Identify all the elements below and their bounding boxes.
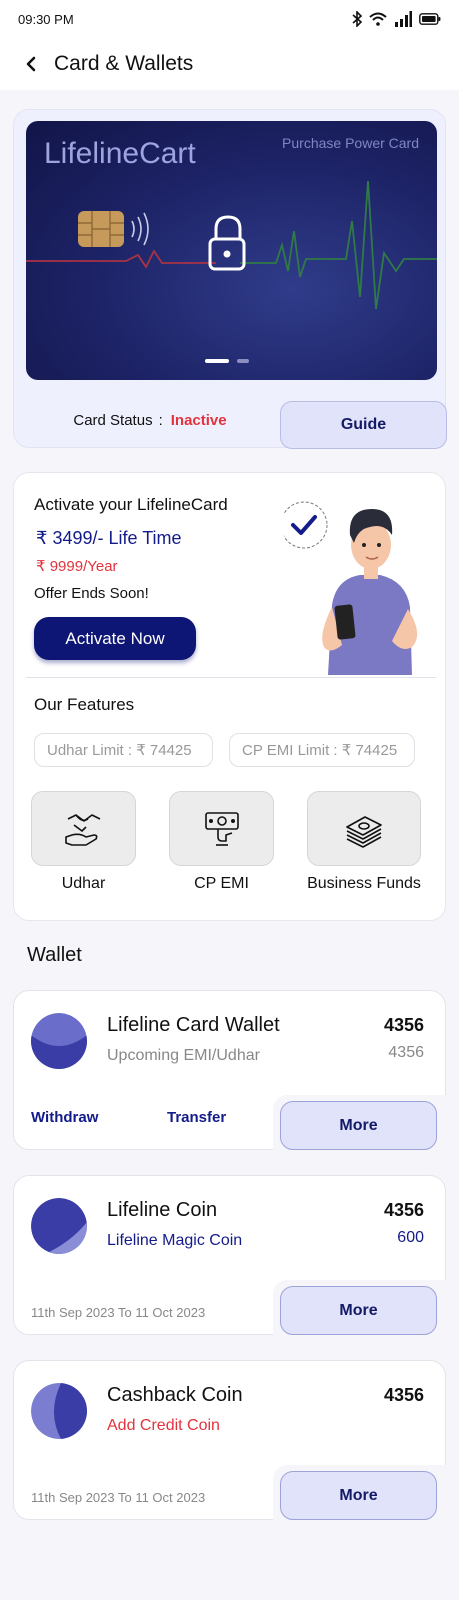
cash-stack-icon (346, 815, 382, 848)
wifi-icon (369, 12, 387, 26)
lifetime-price: ₹ 3499/- Life Time (36, 528, 182, 548)
offer-text: Offer Ends Soon! (34, 585, 149, 602)
feature-tile-cp-emi[interactable] (169, 791, 274, 866)
bluetooth-icon (352, 11, 362, 27)
wallet-subtitle: Lifeline Magic Coin (107, 1232, 243, 1249)
features-title: Our Features (34, 695, 135, 714)
card-panel: LifelineCart Purchase Power Card Card St… (13, 109, 447, 449)
money-hand-icon (204, 811, 239, 846)
more-button[interactable]: More (280, 1471, 437, 1520)
status-time: 09:30 PM (18, 11, 74, 27)
status-bar: 09:30 PM (0, 8, 459, 30)
cp-emi-limit-chip: CP EMI Limit : ₹ 74425 (229, 733, 415, 767)
person-illustration (284, 501, 418, 675)
chip-icon (78, 211, 124, 247)
yearly-price: ₹ 9999/Year (36, 558, 118, 575)
guide-button[interactable]: Guide (280, 401, 447, 449)
activation-title: Activate your LifelineCard (34, 495, 228, 514)
wallet-date-range: 11th Sep 2023 To 11 Oct 2023 (31, 1490, 206, 1505)
activate-now-button[interactable]: Activate Now (34, 617, 196, 660)
status-icons (352, 11, 441, 27)
wallet-date-range: 11th Sep 2023 To 11 Oct 2023 (31, 1305, 206, 1320)
wallet-subtitle[interactable]: Add Credit Coin (107, 1417, 220, 1435)
activation-panel: Activate your LifelineCard ₹ 3499/- Life… (13, 472, 446, 921)
card-status-separator: : (158, 412, 163, 429)
section-divider (26, 677, 436, 678)
wallet-card-cashback: Cashback Coin Add Credit Coin 4356 11th … (13, 1360, 446, 1520)
carousel-dot[interactable] (237, 359, 249, 363)
wallet-card-lifeline: Lifeline Card Wallet Upcoming EMI/Udhar … (13, 990, 446, 1150)
wallet-amount: 4356 (383, 1200, 424, 1220)
coin-logo-icon (31, 1198, 87, 1254)
handshake-icon (64, 813, 100, 846)
cashback-logo-icon (31, 1383, 87, 1439)
purchase-power-card[interactable]: LifelineCart Purchase Power Card (26, 121, 437, 380)
transfer-link[interactable]: Transfer (167, 1109, 226, 1126)
card-brand: LifelineCart (44, 137, 196, 170)
carousel-dots (205, 359, 249, 363)
wallet-card-lifeline-coin: Lifeline Coin Lifeline Magic Coin 4356 6… (13, 1175, 446, 1335)
card-status: Card Status : Inactive (14, 392, 286, 449)
wallet-amount: 4356 (383, 1385, 424, 1405)
wallet-name: Lifeline Card Wallet (107, 1014, 280, 1036)
back-button[interactable] (20, 53, 42, 75)
card-type-label: Purchase Power Card (282, 135, 419, 151)
signal-icon (395, 11, 412, 27)
lock-icon (208, 215, 246, 271)
feature-label-udhar: Udhar (61, 875, 106, 892)
more-button[interactable]: More (280, 1286, 437, 1335)
page-header: Card & Wallets (0, 44, 459, 84)
chevron-left-icon (26, 56, 36, 72)
battery-icon (419, 13, 441, 25)
feature-tile-business-funds[interactable] (307, 791, 421, 866)
card-status-label: Card Status (73, 412, 153, 429)
carousel-dot-active[interactable] (205, 359, 229, 363)
wallet-subtitle: Upcoming EMI/Udhar (107, 1047, 260, 1064)
wallet-name: Lifeline Coin (107, 1199, 218, 1221)
wallet-secondary-amount: 600 (397, 1229, 424, 1246)
wallet-heading: Wallet (27, 944, 82, 966)
feature-tile-udhar[interactable] (31, 791, 136, 866)
udhar-limit-chip: Udhar Limit : ₹ 74425 (34, 733, 213, 767)
contactless-icon (131, 212, 149, 246)
feature-label-business-funds: Business Funds (307, 875, 421, 892)
feature-label-cp-emi: CP EMI (194, 875, 249, 892)
page-title: Card & Wallets (54, 52, 194, 75)
wallet-amount: 4356 (383, 1015, 424, 1035)
wallet-secondary-amount: 4356 (388, 1044, 424, 1061)
more-button[interactable]: More (280, 1101, 437, 1150)
wallet-logo-icon (31, 1013, 87, 1069)
wallet-name: Cashback Coin (107, 1384, 243, 1406)
withdraw-link[interactable]: Withdraw (31, 1109, 98, 1126)
card-status-value: Inactive (170, 412, 227, 429)
